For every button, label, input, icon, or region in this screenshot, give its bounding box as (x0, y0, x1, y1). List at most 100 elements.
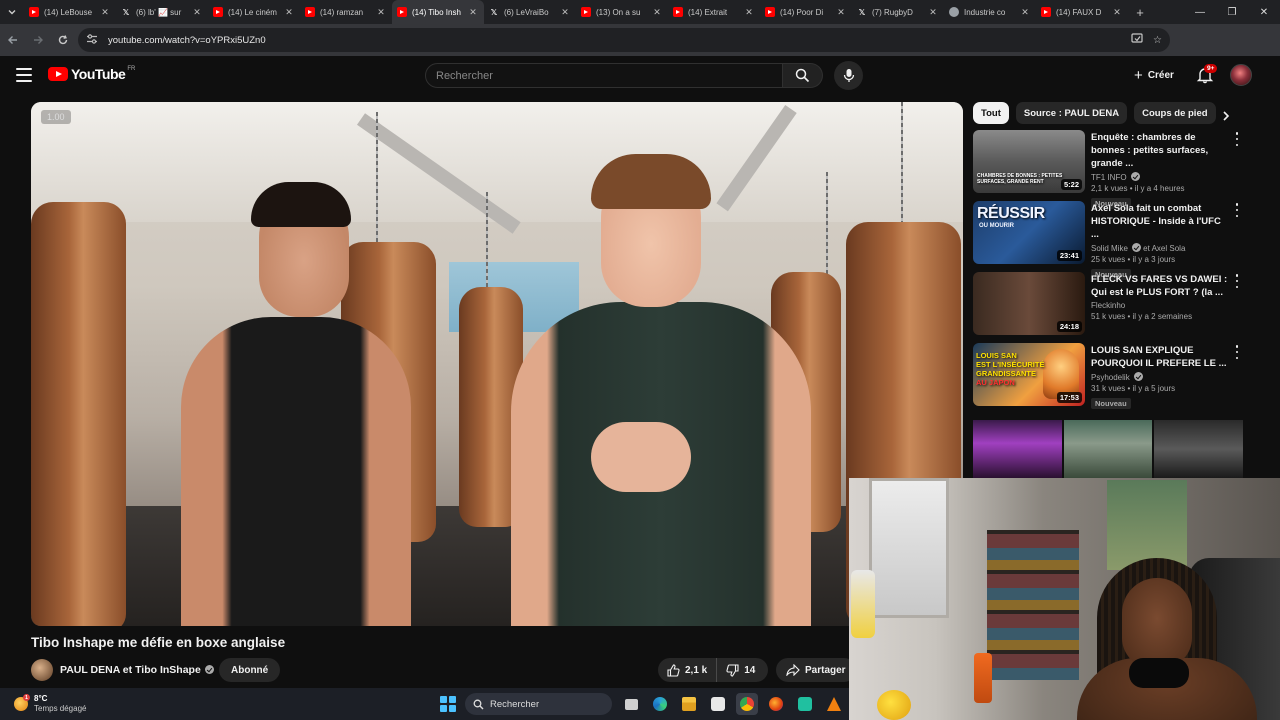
streaming-app-icon[interactable] (794, 693, 816, 715)
browser-tab[interactable]: Industrie co ✕ (944, 0, 1036, 24)
recommendation-item[interactable]: LOUIS SAN EST L'INSÉCURITÉ GRANDISSANTE … (973, 343, 1253, 414)
search-input[interactable] (436, 69, 782, 82)
close-icon[interactable]: ✕ (1111, 7, 1123, 18)
bookmark-star-icon[interactable]: ☆ (1153, 35, 1162, 46)
channel-name[interactable]: PAUL DENA et Tibo InShape (60, 664, 214, 676)
youtube-icon (673, 7, 683, 17)
chip-all[interactable]: Tout (973, 102, 1009, 124)
browser-tab[interactable]: (14) Poor Di ✕ (760, 0, 852, 24)
minimize-icon[interactable]: — (1184, 0, 1216, 24)
browser-tab[interactable]: 𝕏 (6) LeVraiBo ✕ (484, 0, 576, 24)
tab-title: (14) Poor Di (780, 7, 824, 17)
partial-recommendation-thumbnail[interactable] (973, 420, 1243, 478)
chips-next-chevron-icon[interactable] (1216, 106, 1236, 126)
close-icon[interactable]: ✕ (99, 7, 111, 18)
tab-title: (14) FAUX D (1056, 7, 1102, 17)
voice-search-button[interactable] (834, 61, 863, 90)
close-icon[interactable]: ✕ (743, 7, 755, 18)
chrome-icon[interactable] (736, 693, 758, 715)
menu-hamburger-icon[interactable] (16, 68, 32, 82)
x-icon: 𝕏 (122, 7, 130, 17)
close-icon[interactable]: ✕ (559, 7, 571, 18)
thumbnail-caption: RÉUSSIR (977, 205, 1045, 222)
duration-badge: 17:53 (1056, 392, 1082, 403)
close-icon[interactable]: ✕ (927, 7, 939, 18)
close-icon[interactable]: ✕ (283, 7, 295, 18)
search-button[interactable] (783, 63, 823, 88)
store-icon[interactable] (707, 693, 729, 715)
video-thumbnail[interactable]: LOUIS SAN EST L'INSÉCURITÉ GRANDISSANTE … (973, 343, 1085, 406)
browser-tab[interactable]: (14) LeBouse ✕ (24, 0, 116, 24)
more-actions-icon[interactable] (1233, 203, 1241, 217)
cast-icon[interactable] (1131, 33, 1143, 47)
browser-tab[interactable]: (13) On a su ✕ (576, 0, 668, 24)
close-icon[interactable]: ✕ (467, 7, 479, 18)
edge-browser-icon[interactable] (649, 693, 671, 715)
browser-tab[interactable]: (14) Extrait ✕ (668, 0, 760, 24)
more-actions-icon[interactable] (1233, 345, 1241, 359)
video-thumbnail[interactable]: CHAMBRES DE BONNES : PETITES SURFACES, G… (973, 130, 1085, 193)
browser-tab[interactable]: (14) FAUX D ✕ (1036, 0, 1128, 24)
recommendation-channel[interactable]: Solid Mike et Axel Sola (1091, 243, 1231, 253)
close-icon[interactable]: ✕ (375, 7, 387, 18)
browser-tab[interactable]: 𝕏 (6) lb' 📈 sur ✕ (116, 0, 208, 24)
recommendation-channel[interactable]: TF1 INFO (1091, 172, 1231, 182)
youtube-logo[interactable]: YouTube FR (48, 66, 135, 82)
youtube-play-icon (48, 67, 68, 81)
video-thumbnail[interactable]: RÉUSSIR OU MOURIR 23:41 (973, 201, 1085, 264)
subscribed-button[interactable]: Abonné (219, 658, 281, 682)
recommendation-meta: 31 k vues • il y a 5 jours (1091, 384, 1176, 393)
tab-title: (7) RugbyD (872, 7, 913, 17)
chip-source-channel[interactable]: Source : PAUL DENA (1015, 102, 1128, 124)
new-tab-plus-icon[interactable]: + (1128, 5, 1152, 20)
video-title: Tibo Inshape me défie en boxe anglaise (31, 635, 286, 650)
like-button[interactable]: 2,1 k (658, 658, 718, 682)
browser-tab[interactable]: (14) Le ciném ✕ (208, 0, 300, 24)
back-arrow-icon[interactable] (0, 24, 25, 56)
site-settings-icon[interactable] (86, 33, 102, 47)
reload-icon[interactable] (50, 24, 75, 56)
chip-topic[interactable]: Coups de pied (1134, 102, 1216, 124)
task-view-icon[interactable] (620, 693, 642, 715)
account-avatar[interactable] (1230, 64, 1252, 86)
recommendation-title[interactable]: FLECK VS FARES VS DAWEI : Qui est le PLU… (1091, 273, 1231, 299)
video-thumbnail[interactable]: 24:18 (973, 272, 1085, 335)
recommendation-title[interactable]: LOUIS SAN EXPLIQUE POURQUOI IL PREFERE L… (1091, 344, 1231, 370)
close-icon[interactable]: ✕ (191, 7, 203, 18)
browser-tab[interactable]: (14) ramzan ✕ (300, 0, 392, 24)
taskbar-search[interactable]: Rechercher (465, 693, 612, 715)
recommendation-channel[interactable]: Fleckinho (1091, 301, 1231, 310)
address-bar[interactable]: youtube.com/watch?v=oYPRxi5UZn0 ☆ (78, 28, 1170, 52)
close-icon[interactable]: ✕ (651, 7, 663, 18)
recommendation-channel[interactable]: Psyhodelik (1091, 372, 1231, 382)
windows-start-icon[interactable] (440, 696, 456, 712)
close-window-icon[interactable]: ✕ (1248, 0, 1280, 24)
restore-icon[interactable]: ❐ (1216, 0, 1248, 24)
close-icon[interactable]: ✕ (1019, 7, 1031, 18)
create-button[interactable]: + Créer (1126, 63, 1182, 88)
browser-tab-active[interactable]: (14) Tibo Insh ✕ (392, 0, 484, 24)
more-actions-icon[interactable] (1233, 132, 1241, 146)
more-actions-icon[interactable] (1233, 274, 1241, 288)
recommendation-title[interactable]: Enquête : chambres de bonnes : petites s… (1091, 131, 1231, 170)
firefox-icon[interactable] (765, 693, 787, 715)
browser-tab[interactable]: 𝕏 (7) RugbyD ✕ (852, 0, 944, 24)
video-player[interactable]: 1.00 (31, 102, 963, 626)
dislike-count: 14 (744, 664, 756, 676)
verified-check-icon (1131, 243, 1141, 252)
channel-avatar[interactable] (31, 659, 53, 681)
close-icon[interactable]: ✕ (835, 7, 847, 18)
recommendation-item[interactable]: CHAMBRES DE BONNES : PETITES SURFACES, G… (973, 130, 1253, 209)
vlc-icon[interactable] (823, 693, 845, 715)
recommendation-title[interactable]: Axel Sola fait un combat HISTORIQUE - In… (1091, 202, 1231, 241)
forward-arrow-icon[interactable] (25, 24, 50, 56)
file-explorer-icon[interactable] (678, 693, 700, 715)
recommendation-item[interactable]: 24:18 FLECK VS FARES VS DAWEI : Qui est … (973, 272, 1253, 343)
share-button[interactable]: Partager (776, 658, 856, 682)
globe-icon (949, 7, 959, 17)
tab-search-chevron-icon[interactable] (0, 0, 24, 24)
recommendation-item[interactable]: RÉUSSIR OU MOURIR 23:41 Axel Sola fait u… (973, 201, 1253, 280)
temperature: 8°C (34, 694, 48, 703)
dislike-button[interactable]: 14 (717, 658, 764, 682)
weather-widget[interactable]: 1 8°C Temps dégagé (14, 694, 86, 714)
